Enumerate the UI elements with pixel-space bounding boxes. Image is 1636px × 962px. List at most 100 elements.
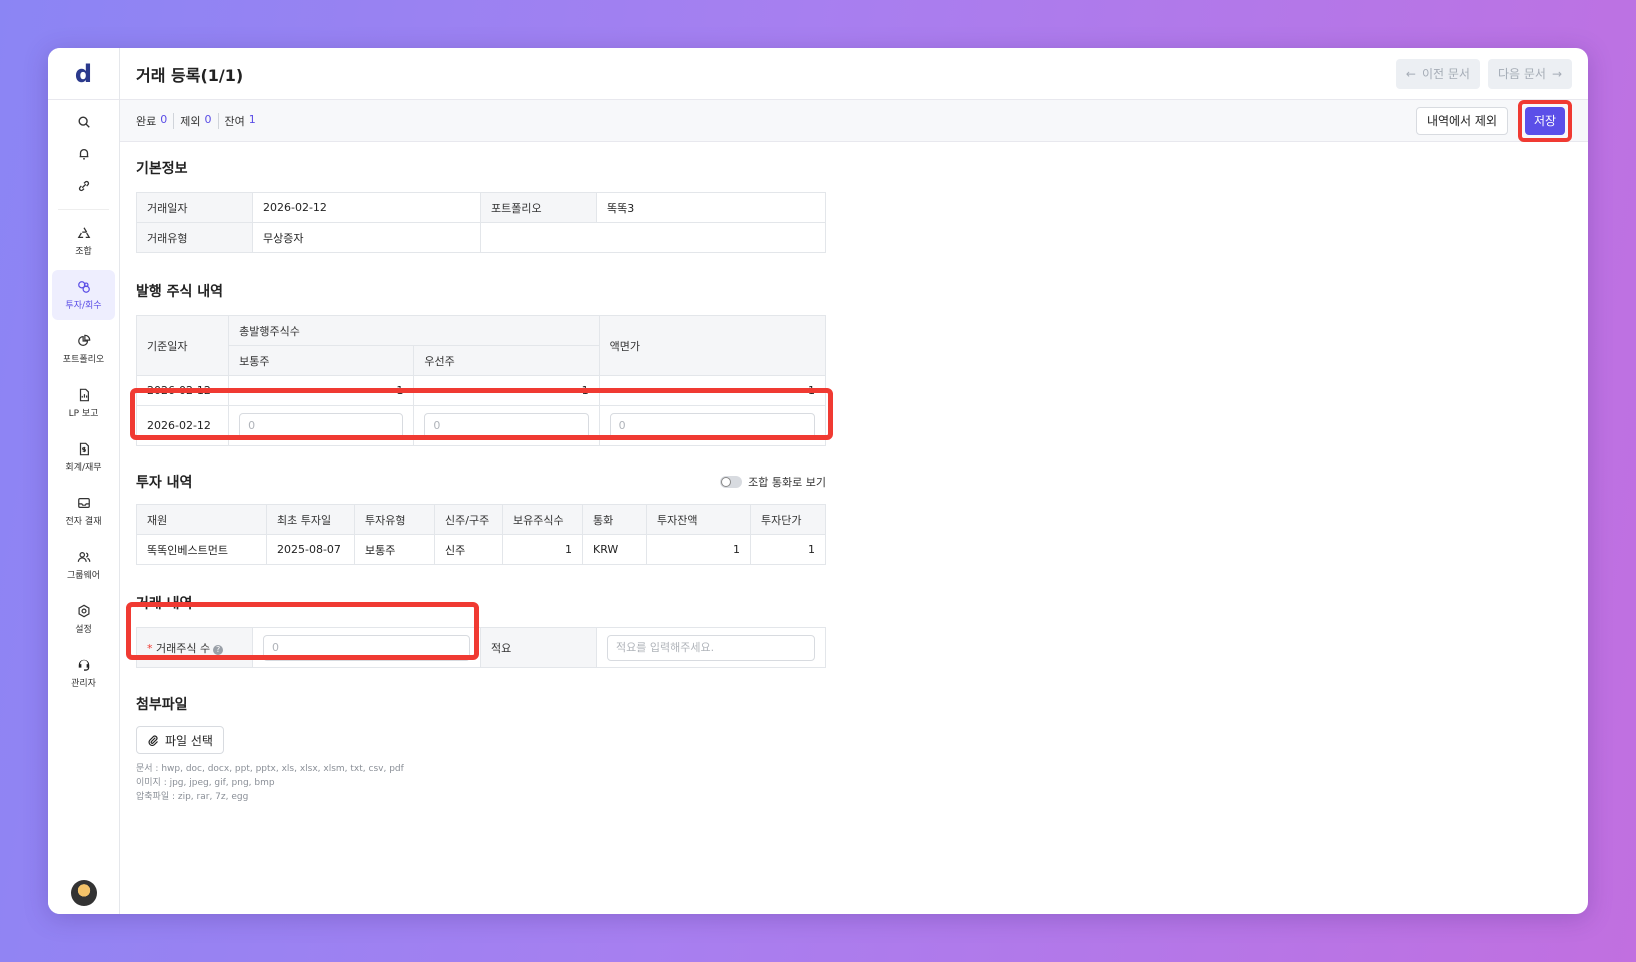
par-value-header: 액면가 <box>598 315 827 376</box>
sidebar-item-investment[interactable]: 투자/회수 <box>52 270 115 320</box>
save-button-highlight: 저장 <box>1518 99 1572 142</box>
sidebar-item-approval[interactable]: 전자 결재 <box>52 486 115 536</box>
prev-document-label: 이전 문서 <box>1421 67 1470 81</box>
users-icon <box>77 551 90 562</box>
done-label: 완료 <box>136 114 157 128</box>
sidebar-item-label: LP 보고 <box>68 408 99 419</box>
toggle-switch[interactable] <box>720 476 743 488</box>
sidebar-item-label: 관리자 <box>71 678 96 689</box>
sidebar-item-accounting[interactable]: 회계/재무 <box>52 432 115 482</box>
table-row: 2026-02-12 1 1 1 <box>135 375 827 406</box>
file-select-label: 파일 선택 <box>165 733 213 748</box>
prev-document-button[interactable]: ← 이전 문서 <box>1395 58 1480 89</box>
row-par: 1 <box>598 375 827 406</box>
pie-chart-icon <box>77 334 90 346</box>
col-header: 투자잔액 <box>646 504 751 535</box>
page-title: 거래 등록(1/1) <box>136 65 244 85</box>
row-date: 2026-02-12 <box>135 375 230 406</box>
hint-docs: 문서 : hwp, doc, docx, ppt, pptx, xls, xls… <box>136 764 404 774</box>
new-row-date: 2026-02-12 <box>135 405 230 446</box>
trade-date-value: 2026-02-12 <box>252 192 481 223</box>
common-header: 보통주 <box>228 345 415 376</box>
col-header: 재원 <box>136 504 267 535</box>
basic-info-title: 기본정보 <box>136 161 188 177</box>
empty-cell <box>480 222 826 253</box>
bell-icon[interactable] <box>48 138 119 170</box>
sidebar-item-lp-report[interactable]: LP 보고 <box>52 378 115 428</box>
cell: 2025-08-07 <box>266 534 355 565</box>
app-window: d 조합 투자/회수 포트폴리오 LP 보고 회계/재무 전자 결재 그룹웨어 … <box>48 48 1588 914</box>
inbox-icon <box>77 497 90 508</box>
preferred-header: 우선주 <box>413 345 600 376</box>
excluded-label: 제외 <box>180 114 201 128</box>
excluded-count: 0 <box>204 112 212 126</box>
exclude-from-list-button[interactable]: 내역에서 제외 <box>1415 106 1508 135</box>
help-icon[interactable]: ? <box>213 644 224 655</box>
cell: 똑똑인베스트먼트 <box>136 534 267 565</box>
investment-table: 재원 최초 투자일 투자유형 신주/구주 보유주식수 통화 투자잔액 투자단가 … <box>136 504 826 565</box>
sidebar-item-fund[interactable]: 조합 <box>52 216 115 266</box>
preferred-shares-input[interactable]: 0 <box>424 412 589 439</box>
hint-archives: 압축파일 : zip, rar, 7z, egg <box>136 792 249 802</box>
trade-type-value: 무상증자 <box>252 222 481 253</box>
sidebar-item-label: 설정 <box>75 624 92 635</box>
next-document-button[interactable]: 다음 문서 → <box>1487 58 1572 89</box>
base-date-header: 기준일자 <box>135 315 230 376</box>
table-row: 똑똑인베스트먼트 2025-08-07 보통주 신주 1 KRW 1 1 <box>136 534 826 565</box>
sidebar-item-portfolio[interactable]: 포트폴리오 <box>52 324 115 374</box>
main-area: 거래 등록(1/1) ← 이전 문서 다음 문서 → 완료 0 제외 0 잔여 1 내… <box>120 48 1588 914</box>
form-content: 기본정보 거래일자 2026-02-12 포트폴리오 똑똑3 거래유형 무상증자… <box>120 142 1588 820</box>
sidebar-item-admin[interactable]: 관리자 <box>52 648 115 698</box>
cell: 1 <box>750 534 826 565</box>
row-common: 1 <box>228 375 415 406</box>
link-icon[interactable] <box>48 170 119 202</box>
fund-currency-label: 조합 통화로 보기 <box>748 476 826 489</box>
dollar-doc-icon <box>79 442 89 455</box>
issued-shares-title: 발행 주식 내역 <box>136 284 224 300</box>
par-value-input[interactable]: 0 <box>609 412 815 439</box>
required-mark: * <box>147 641 153 655</box>
app-logo[interactable]: d <box>48 48 119 100</box>
col-header: 보유주식수 <box>502 504 583 535</box>
common-shares-input[interactable]: 0 <box>239 412 404 439</box>
arrow-right-icon: → <box>1551 66 1562 81</box>
user-avatar[interactable] <box>71 880 97 906</box>
fund-currency-toggle[interactable]: 조합 통화로 보기 <box>720 474 826 490</box>
coins-icon <box>77 280 90 293</box>
file-select-button[interactable]: 파일 선택 <box>136 726 224 754</box>
issued-shares-table: 기준일자 총발행주식수 액면가 보통주 우선주 2026-02-12 1 1 1… <box>135 315 827 446</box>
next-document-label: 다음 문서 <box>1497 67 1546 81</box>
total-shares-header: 총발행주식수 <box>228 315 600 346</box>
cell: KRW <box>582 534 647 565</box>
trade-title: 거래 내역 <box>136 596 193 612</box>
investment-title: 투자 내역 <box>136 475 193 491</box>
arrow-left-icon: ← <box>1405 66 1416 81</box>
trade-table: * 거래주식 수? 0 적요 적요를 입력해주세요. <box>136 627 826 668</box>
save-button[interactable]: 저장 <box>1525 106 1565 135</box>
memo-label: 적요 <box>480 627 597 668</box>
col-header: 최초 투자일 <box>266 504 355 535</box>
sidebar-item-groupware[interactable]: 그룹웨어 <box>52 540 115 590</box>
sidebar-item-label: 전자 결재 <box>65 516 102 527</box>
status-bar: 완료 0 제외 0 잔여 1 내역에서 제외 저장 <box>120 99 1588 142</box>
new-shares-row: 2026-02-12 0 0 0 <box>135 405 827 446</box>
sidebar: d 조합 투자/회수 포트폴리오 LP 보고 회계/재무 전자 결재 그룹웨어 … <box>48 48 120 914</box>
sidebar-item-settings[interactable]: 설정 <box>52 594 115 644</box>
cell: 보통주 <box>354 534 435 565</box>
cell: 1 <box>502 534 583 565</box>
trade-date-label: 거래일자 <box>136 192 253 223</box>
sidebar-item-label: 투자/회수 <box>65 300 102 311</box>
col-header: 투자유형 <box>354 504 435 535</box>
sidebar-item-label: 그룹웨어 <box>66 570 101 581</box>
trade-type-label: 거래유형 <box>136 222 253 253</box>
trade-shares-input[interactable]: 0 <box>263 634 470 661</box>
recycle-icon <box>77 226 90 238</box>
done-count: 0 <box>160 112 168 126</box>
search-icon[interactable] <box>48 106 119 138</box>
col-header: 통화 <box>582 504 647 535</box>
memo-input[interactable]: 적요를 입력해주세요. <box>607 634 815 661</box>
cell: 신주 <box>434 534 503 565</box>
trade-shares-label-text: 거래주식 수 <box>156 641 211 655</box>
gear-icon <box>77 604 90 617</box>
headset-icon <box>78 659 89 671</box>
